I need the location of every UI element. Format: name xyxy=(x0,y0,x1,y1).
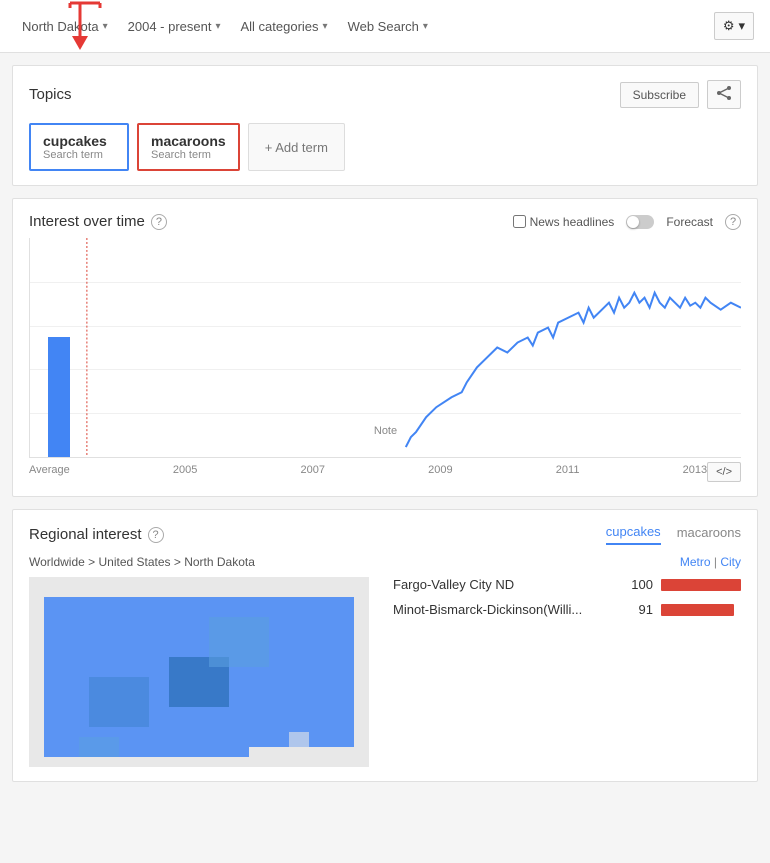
time-chevron: ▾ xyxy=(215,21,220,32)
forecast-help-icon[interactable]: ? xyxy=(725,214,741,230)
regional-title-group: Regional interest ? xyxy=(29,526,164,543)
macaroons-chip[interactable]: macaroons Search term xyxy=(137,123,240,171)
breadcrumb: Worldwide > United States > North Dakota xyxy=(29,555,369,569)
x-label-2009: 2009 xyxy=(428,464,452,476)
chart-x-labels: Average 2005 2007 2009 2011 2013 xyxy=(29,460,707,480)
macaroons-chip-label: Search term xyxy=(151,149,226,161)
breadcrumb-text: Worldwide > United States > North Dakota xyxy=(29,555,255,569)
metro-link[interactable]: Metro xyxy=(680,555,711,569)
categories-chevron: ▾ xyxy=(323,21,328,32)
topics-header: Topics Subscribe xyxy=(29,80,741,109)
region-row-1: Fargo-Valley City ND 100 xyxy=(393,577,741,592)
interest-header: Interest over time ? News headlines Fore… xyxy=(29,213,741,230)
cupcakes-chip-label: Search term xyxy=(43,149,115,161)
macaroons-chip-name: macaroons xyxy=(151,133,226,149)
interest-title-group: Interest over time ? xyxy=(29,213,167,230)
regional-data: Metro | City Fargo-Valley City ND 100 Mi… xyxy=(393,555,741,767)
regional-header: Regional interest ? cupcakes macaroons xyxy=(29,524,741,545)
x-label-2011: 2011 xyxy=(556,464,580,476)
subscribe-button[interactable]: Subscribe xyxy=(620,82,699,108)
searchtype-chevron: ▾ xyxy=(423,21,428,32)
region-value-1: 100 xyxy=(623,577,653,592)
gear-icon: ⚙ xyxy=(723,18,735,34)
settings-button[interactable]: ⚙ ▾ xyxy=(714,12,754,40)
interest-section: Interest over time ? News headlines Fore… xyxy=(12,198,758,497)
region-label: North Dakota xyxy=(22,19,99,34)
cupcakes-chip[interactable]: cupcakes Search term xyxy=(29,123,129,171)
share-button[interactable] xyxy=(707,80,741,109)
categories-label: All categories xyxy=(241,19,319,34)
regional-title: Regional interest xyxy=(29,526,142,543)
city-link[interactable]: City xyxy=(720,555,741,569)
gear-chevron: ▾ xyxy=(738,18,745,34)
regional-body: Worldwide > United States > North Dakota xyxy=(29,555,741,767)
topics-title: Topics xyxy=(29,86,72,103)
map-placeholder xyxy=(29,577,369,767)
region-bar-1 xyxy=(661,579,741,591)
region-row-2: Minot-Bismarck-Dickinson(Willi... 91 xyxy=(393,602,741,617)
topics-actions: Subscribe xyxy=(620,80,741,109)
chart-footer: Average 2005 2007 2009 2011 2013 </> xyxy=(29,458,741,482)
forecast-toggle[interactable] xyxy=(626,215,654,229)
cupcakes-chip-name: cupcakes xyxy=(43,133,115,149)
interest-controls: News headlines Forecast ? xyxy=(513,214,741,230)
region-value-2: 91 xyxy=(623,602,653,617)
chart-container: Note Average 2005 2007 2009 2011 2013 </… xyxy=(29,238,741,482)
share-icon xyxy=(716,86,732,100)
region-name-2: Minot-Bismarck-Dickinson(Willi... xyxy=(393,602,615,617)
forecast-label: Forecast xyxy=(666,215,713,229)
x-label-2007: 2007 xyxy=(301,464,325,476)
x-label-avg: Average xyxy=(29,464,70,476)
categories-filter[interactable]: All categories ▾ xyxy=(235,15,334,38)
forecast-knob xyxy=(627,216,639,228)
searchtype-filter[interactable]: Web Search ▾ xyxy=(342,15,434,38)
x-label-2013: 2013 xyxy=(683,464,707,476)
time-filter[interactable]: 2004 - present ▾ xyxy=(122,15,227,38)
time-label: 2004 - present xyxy=(128,19,212,34)
tab-cupcakes[interactable]: cupcakes xyxy=(606,524,661,545)
add-term-button[interactable]: + Add term xyxy=(248,123,345,171)
topics-section: Topics Subscribe cupcakes Search term ma… xyxy=(12,65,758,186)
metro-city-links: Metro | City xyxy=(393,555,741,569)
news-headlines-label: News headlines xyxy=(530,215,615,229)
interest-help-icon[interactable]: ? xyxy=(151,214,167,230)
region-map xyxy=(29,577,369,767)
news-headlines-checkbox[interactable] xyxy=(513,215,526,228)
header: North Dakota ▾ 2004 - present ▾ All cate… xyxy=(0,0,770,53)
region-bar-2 xyxy=(661,604,734,616)
regional-tabs: cupcakes macaroons xyxy=(606,524,741,545)
regional-help-icon[interactable]: ? xyxy=(148,527,164,543)
region-chevron: ▾ xyxy=(103,21,108,32)
regional-section: Regional interest ? cupcakes macaroons W… xyxy=(12,509,758,782)
region-name-1: Fargo-Valley City ND xyxy=(393,577,615,592)
map-container: Worldwide > United States > North Dakota xyxy=(29,555,369,767)
tab-macaroons[interactable]: macaroons xyxy=(677,525,741,544)
news-headlines-toggle[interactable]: News headlines xyxy=(513,215,615,229)
region-bar-container-1 xyxy=(661,579,741,591)
search-terms-list: cupcakes Search term macaroons Search te… xyxy=(29,123,741,171)
searchtype-label: Web Search xyxy=(348,19,419,34)
line-chart xyxy=(30,238,741,457)
interest-title: Interest over time xyxy=(29,213,145,230)
chart-area: Note xyxy=(29,238,741,458)
region-filter[interactable]: North Dakota ▾ xyxy=(16,15,114,38)
region-bar-container-2 xyxy=(661,604,741,616)
embed-button[interactable]: </> xyxy=(707,462,741,482)
x-label-2005: 2005 xyxy=(173,464,197,476)
